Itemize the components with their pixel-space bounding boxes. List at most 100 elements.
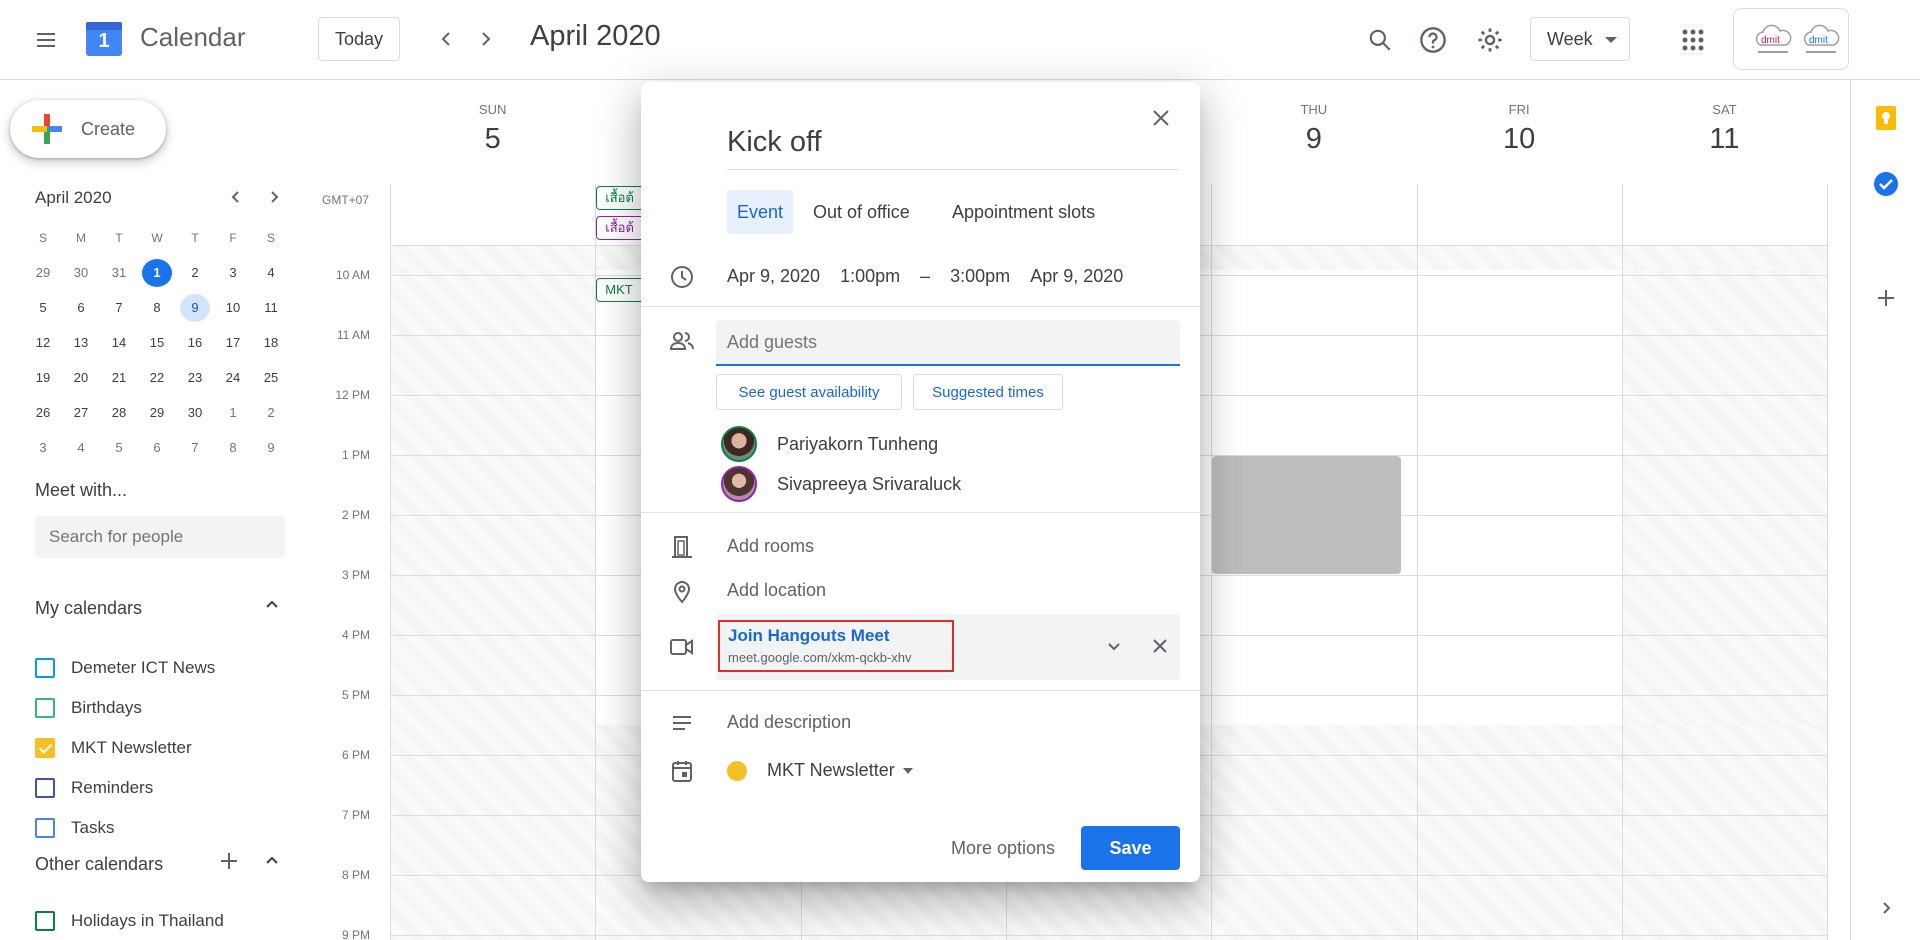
- other-calendars-heading[interactable]: Other calendars: [35, 854, 163, 875]
- mini-calendar-day[interactable]: 4: [62, 434, 100, 462]
- day-number[interactable]: 9: [1211, 123, 1416, 156]
- mini-calendar-prev-button[interactable]: [224, 182, 248, 212]
- main-menu-button[interactable]: [22, 20, 70, 60]
- show-side-panel-button[interactable]: [1874, 896, 1898, 920]
- conference-details-button[interactable]: [1102, 634, 1126, 658]
- mini-calendar-day[interactable]: 25: [252, 364, 290, 392]
- mini-calendar-day[interactable]: 20: [62, 364, 100, 392]
- more-options-button[interactable]: More options: [939, 826, 1067, 870]
- mini-calendar-day[interactable]: 15: [138, 329, 176, 357]
- day-header[interactable]: SUN 5: [390, 80, 595, 184]
- calendar-item[interactable]: Birthdays: [35, 693, 142, 723]
- today-button[interactable]: Today: [318, 17, 400, 61]
- guest-item[interactable]: Pariyakorn Tunheng: [721, 424, 938, 464]
- mini-calendar-day[interactable]: 3: [214, 259, 252, 287]
- mini-calendar-day[interactable]: 1: [214, 399, 252, 427]
- mini-calendar-day[interactable]: 28: [100, 399, 138, 427]
- mini-calendar-day[interactable]: 21: [100, 364, 138, 392]
- tasks-button[interactable]: [1870, 168, 1902, 200]
- end-date[interactable]: Apr 9, 2020: [1030, 266, 1123, 287]
- calendar-logo[interactable]: 1: [84, 18, 124, 58]
- mini-calendar-day[interactable]: 1: [142, 258, 172, 287]
- mini-calendar-day[interactable]: 31: [100, 259, 138, 287]
- my-calendars-heading[interactable]: My calendars: [35, 598, 142, 619]
- day-number[interactable]: 10: [1417, 123, 1622, 156]
- event-title-input[interactable]: Kick off: [727, 122, 1179, 170]
- mini-calendar-day[interactable]: 11: [252, 294, 290, 322]
- day-number[interactable]: 11: [1622, 123, 1827, 156]
- mini-calendar-day[interactable]: 9: [180, 293, 210, 322]
- tab-out-of-office[interactable]: Out of office: [813, 190, 910, 234]
- guest-item[interactable]: Sivapreeya Srivaraluck: [721, 464, 961, 504]
- search-button[interactable]: [1360, 20, 1400, 60]
- next-week-button[interactable]: [470, 20, 502, 58]
- calendar-item[interactable]: Reminders: [35, 773, 153, 803]
- calendar-selector[interactable]: MKT Newsletter: [767, 760, 895, 781]
- mini-calendar-day[interactable]: 7: [176, 434, 214, 462]
- tab-appointment-slots[interactable]: Appointment slots: [952, 190, 1095, 234]
- add-description[interactable]: Add description: [727, 712, 851, 733]
- day-header[interactable]: SAT 11: [1622, 80, 1827, 184]
- calendar-checkbox[interactable]: [35, 698, 55, 718]
- get-addons-button[interactable]: [1872, 284, 1900, 312]
- end-time[interactable]: 3:00pm: [950, 266, 1010, 287]
- people-search-input[interactable]: [35, 516, 285, 558]
- settings-button[interactable]: [1470, 20, 1510, 60]
- calendar-checkbox[interactable]: [35, 738, 55, 758]
- mini-calendar-day[interactable]: 5: [100, 434, 138, 462]
- mini-calendar-day[interactable]: 30: [176, 399, 214, 427]
- tab-event[interactable]: Event: [727, 190, 793, 234]
- remove-conference-button[interactable]: [1148, 634, 1172, 658]
- dropdown-caret-icon[interactable]: [903, 768, 913, 774]
- mini-calendar-day[interactable]: 19: [24, 364, 62, 392]
- mini-calendar-day[interactable]: 3: [24, 434, 62, 462]
- mini-calendar-day[interactable]: 2: [252, 399, 290, 427]
- save-button[interactable]: Save: [1081, 826, 1180, 870]
- previous-week-button[interactable]: [430, 20, 462, 58]
- calendar-checkbox[interactable]: [35, 818, 55, 838]
- mini-calendar-day[interactable]: 5: [24, 294, 62, 322]
- mini-calendar-day[interactable]: 26: [24, 399, 62, 427]
- mini-calendar-day[interactable]: 30: [62, 259, 100, 287]
- mini-calendar-day[interactable]: 13: [62, 329, 100, 357]
- my-calendars-collapse-button[interactable]: [262, 594, 282, 614]
- mini-calendar-day[interactable]: 29: [138, 399, 176, 427]
- mini-calendar-day[interactable]: 27: [62, 399, 100, 427]
- mini-calendar-day[interactable]: 17: [214, 329, 252, 357]
- mini-calendar-day[interactable]: 16: [176, 329, 214, 357]
- suggested-times-button[interactable]: Suggested times: [913, 374, 1063, 410]
- mini-calendar-day[interactable]: 7: [100, 294, 138, 322]
- mini-calendar-day[interactable]: 18: [252, 329, 290, 357]
- mini-calendar-day[interactable]: 8: [214, 434, 252, 462]
- calendar-checkbox[interactable]: [35, 911, 55, 931]
- view-selector[interactable]: Week: [1530, 17, 1630, 61]
- start-date[interactable]: Apr 9, 2020: [727, 266, 820, 287]
- add-guests-input[interactable]: [716, 320, 1180, 366]
- mini-calendar-day[interactable]: 2: [176, 259, 214, 287]
- mini-calendar-day[interactable]: 8: [138, 294, 176, 322]
- calendar-item[interactable]: MKT Newsletter: [35, 733, 192, 763]
- mini-calendar-day[interactable]: 10: [214, 294, 252, 322]
- calendar-item[interactable]: Tasks: [35, 813, 114, 843]
- calendar-checkbox[interactable]: [35, 778, 55, 798]
- calendar-checkbox[interactable]: [35, 658, 55, 678]
- mini-calendar-day[interactable]: 23: [176, 364, 214, 392]
- account-switcher[interactable]: dmit dmit: [1733, 8, 1849, 70]
- add-location[interactable]: Add location: [727, 580, 826, 601]
- mini-calendar-next-button[interactable]: [262, 182, 286, 212]
- new-event-placeholder[interactable]: [1212, 456, 1401, 574]
- day-header[interactable]: FRI 10: [1417, 80, 1622, 184]
- mini-calendar-day[interactable]: 4: [252, 259, 290, 287]
- mini-calendar-day[interactable]: 14: [100, 329, 138, 357]
- mini-calendar-day[interactable]: 29: [24, 259, 62, 287]
- help-button[interactable]: [1413, 20, 1453, 60]
- day-number[interactable]: 5: [390, 123, 595, 156]
- mini-calendar-day[interactable]: 22: [138, 364, 176, 392]
- mini-calendar-day[interactable]: 6: [62, 294, 100, 322]
- calendar-item[interactable]: Holidays in Thailand: [35, 906, 224, 936]
- join-meet-title[interactable]: Join Hangouts Meet: [728, 626, 890, 646]
- mini-calendar-day[interactable]: 12: [24, 329, 62, 357]
- day-header[interactable]: THU 9: [1211, 80, 1416, 184]
- mini-calendar-day[interactable]: 6: [138, 434, 176, 462]
- other-calendars-collapse-button[interactable]: [262, 850, 282, 870]
